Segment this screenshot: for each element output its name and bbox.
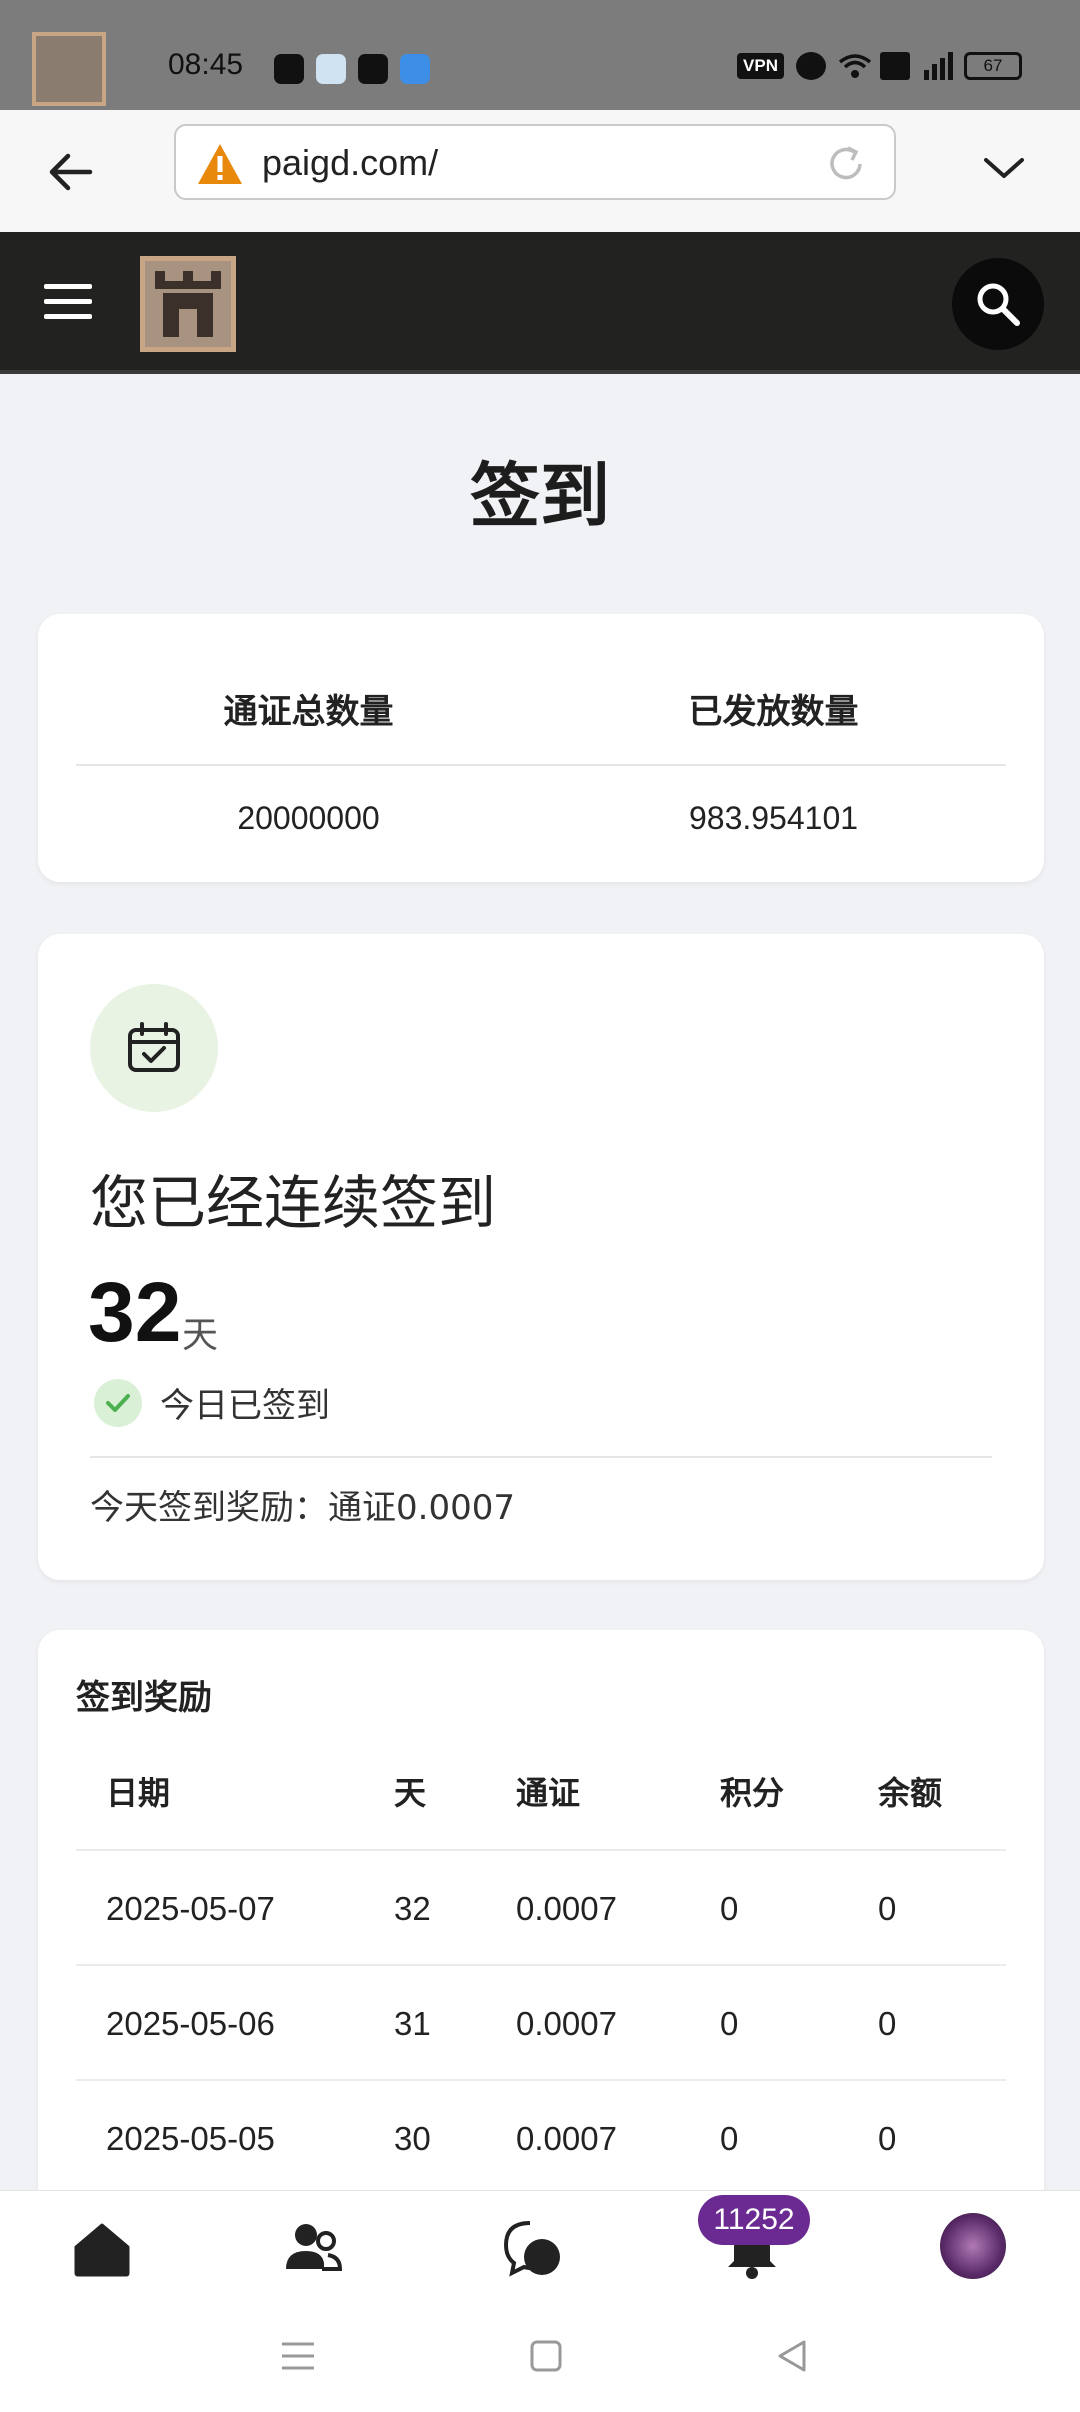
column-header-points: 积分 [720, 1774, 785, 1812]
cell-date: 2025-05-06 [106, 2005, 275, 2042]
cell-date: 2025-05-05 [106, 2120, 275, 2157]
weather-icon [400, 54, 430, 84]
rewards-table: 日期 天 通证 积分 余额 2025-05-07 32 0.0007 0 0 2… [76, 1736, 1006, 2196]
cell-balance: 0 [878, 1890, 897, 1927]
checkin-card: 您已经连续签到 32 天 今日已签到 今天签到奖励：通证0.0007 [38, 934, 1044, 1580]
alarm-icon [796, 52, 826, 80]
cell-day: 32 [394, 1890, 431, 1927]
calendar-check-icon [128, 1022, 180, 1072]
cell-points: 0 [720, 1890, 739, 1927]
cell-balance: 0 [878, 2005, 897, 2042]
app-notification-icon [316, 54, 346, 84]
signal-icon [922, 52, 953, 80]
column-header-day: 天 [394, 1774, 427, 1812]
column-header-token: 通证 [516, 1774, 581, 1812]
chat-icon[interactable] [500, 2217, 564, 2281]
back-button-icon[interactable] [772, 2336, 812, 2376]
signed-status-text: 今日已签到 [160, 1386, 330, 1426]
warning-icon[interactable] [196, 142, 244, 186]
issued-amount-label: 已发放数量 [688, 692, 859, 732]
total-supply-label: 通证总数量 [223, 692, 394, 732]
column-header-balance: 余额 [878, 1774, 943, 1812]
cell-points: 0 [720, 2005, 739, 2042]
cell-token: 0.0007 [516, 2005, 617, 2042]
total-supply-value: 20000000 [237, 800, 380, 836]
streak-days: 32 [88, 1265, 182, 1359]
divider [90, 1456, 992, 1458]
vpn-badge: VPN [737, 53, 784, 79]
home-button-icon[interactable] [526, 2336, 566, 2376]
wechat-icon [274, 54, 304, 84]
divider [76, 764, 1006, 766]
notification-icons [274, 54, 430, 84]
page-title: 签到 [470, 455, 610, 537]
avatar[interactable] [940, 2213, 1006, 2279]
calendar-badge [90, 984, 218, 1112]
cell-date: 2025-05-07 [106, 1890, 275, 1927]
tiktok-icon [358, 54, 388, 84]
column-header-date: 日期 [106, 1774, 171, 1812]
cell-points: 0 [720, 2120, 739, 2157]
hamburger-menu-icon[interactable] [44, 284, 92, 324]
system-indicators: VPN 67 [737, 52, 1022, 80]
hd-icon [880, 52, 910, 80]
table-row: 2025-05-06 31 0.0007 0 0 [76, 1966, 1006, 2081]
cell-token: 0.0007 [516, 2120, 617, 2157]
recent-apps-icon[interactable] [278, 2336, 318, 2376]
friends-icon[interactable] [282, 2217, 346, 2281]
browser-toolbar: paigd.com/ [0, 110, 1080, 232]
issued-amount-value: 983.954101 [688, 800, 859, 836]
url-text[interactable]: paigd.com/ [262, 142, 438, 184]
table-header-row: 日期 天 通证 积分 余额 [76, 1736, 1006, 1851]
system-navigation [0, 2306, 1080, 2412]
cell-day: 31 [394, 2005, 431, 2042]
check-icon [94, 1378, 142, 1427]
notification-badge[interactable]: 11252 [698, 2195, 810, 2245]
battery-indicator: 67 [964, 52, 1022, 80]
status-bar: 08:45 VPN 67 [0, 0, 1080, 110]
site-logo[interactable] [140, 256, 236, 352]
address-bar[interactable]: paigd.com/ [174, 124, 896, 200]
search-icon [977, 283, 1020, 326]
today-reward-text: 今天签到奖励：通证0.0007 [90, 1488, 515, 1528]
signed-status: 今日已签到 [94, 1378, 330, 1427]
token-stats-card: 通证总数量 已发放数量 20000000 983.954101 [38, 614, 1044, 882]
app-logo-icon [32, 32, 106, 106]
home-icon[interactable] [70, 2217, 134, 2281]
search-button[interactable] [952, 258, 1044, 350]
reload-icon[interactable] [824, 142, 868, 186]
rewards-title: 签到奖励 [76, 1678, 212, 1718]
site-header [0, 232, 1080, 374]
wifi-icon [838, 52, 872, 80]
table-row: 2025-05-07 32 0.0007 0 0 [76, 1851, 1006, 1966]
cell-day: 30 [394, 2120, 431, 2157]
back-arrow-icon[interactable] [42, 144, 98, 200]
cell-token: 0.0007 [516, 1890, 617, 1927]
table-row: 2025-05-05 30 0.0007 0 0 [76, 2081, 1006, 2196]
streak-unit: 天 [182, 1315, 219, 1356]
streak-label: 您已经连续签到 [90, 1169, 497, 1237]
status-time: 08:45 [168, 48, 244, 81]
chevron-down-icon[interactable] [980, 144, 1028, 192]
cell-balance: 0 [878, 2120, 897, 2157]
bottom-navigation: 11252 [0, 2190, 1080, 2306]
